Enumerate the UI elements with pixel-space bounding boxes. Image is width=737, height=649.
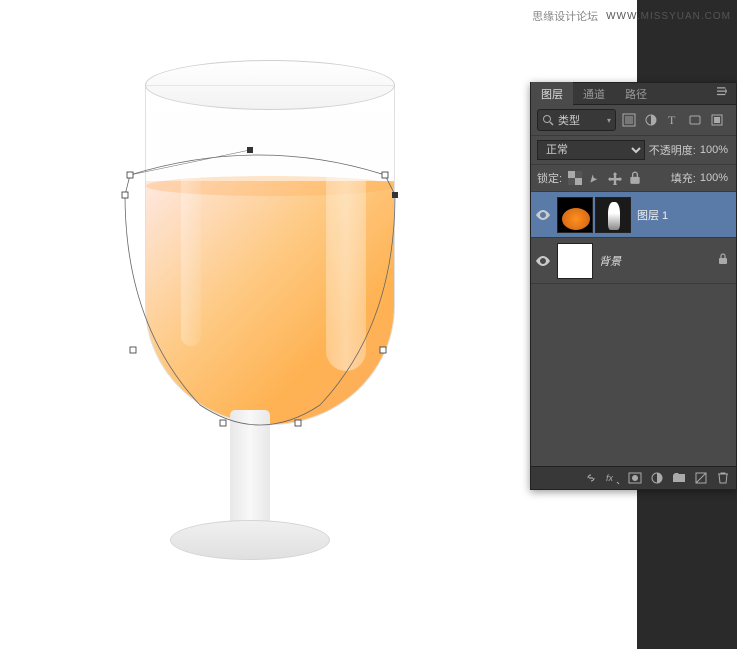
layer-row-background[interactable]: 背景 [531, 238, 736, 284]
glass-bowl [120, 50, 380, 420]
filter-smart-icon[interactable] [708, 111, 726, 129]
filter-kind-label: 类型 [558, 112, 603, 128]
filter-adjustment-icon[interactable] [642, 111, 660, 129]
filter-pixel-icon[interactable] [620, 111, 638, 129]
panel-tabs: 图层 通道 路径 [531, 83, 736, 105]
fill-group: 填充: 100% [671, 170, 730, 186]
search-icon [542, 114, 554, 126]
filter-shape-icon[interactable] [686, 111, 704, 129]
tab-channels[interactable]: 通道 [573, 82, 615, 106]
tab-paths[interactable]: 路径 [615, 82, 657, 106]
layer-name[interactable]: 背景 [599, 253, 621, 269]
fill-label: 填充: [671, 170, 696, 186]
link-layers-icon[interactable] [582, 470, 600, 486]
layer-thumbnail[interactable] [557, 197, 593, 233]
glass-stem [230, 410, 270, 530]
filter-type-icon[interactable]: T [664, 111, 682, 129]
layers-panel: 图层 通道 路径 类型 ▾ T 正常 不透明度: 100% 锁定: [530, 82, 737, 490]
lock-icons [566, 169, 644, 187]
delete-layer-icon[interactable] [714, 470, 732, 486]
blend-row: 正常 不透明度: 100% [531, 136, 736, 165]
glass-base [170, 520, 330, 560]
layer-locked-icon [718, 253, 732, 268]
svg-text:fx: fx [606, 473, 614, 483]
fill-value[interactable]: 100% [698, 172, 730, 184]
adjustment-layer-icon[interactable] [648, 470, 666, 486]
layer-mask-icon[interactable] [626, 470, 644, 486]
visibility-toggle[interactable] [535, 207, 551, 223]
lock-label: 锁定: [537, 170, 562, 186]
layer-thumbnail[interactable] [557, 243, 593, 279]
layer-name[interactable]: 图层 1 [637, 207, 668, 223]
tab-layers[interactable]: 图层 [531, 82, 573, 106]
layer-fx-icon[interactable]: fx [604, 470, 622, 486]
opacity-label: 不透明度: [649, 142, 696, 158]
lock-pixels-icon[interactable] [586, 169, 604, 187]
svg-text:T: T [668, 113, 676, 127]
lock-transparency-icon[interactable] [566, 169, 584, 187]
layer-thumbnails [557, 197, 631, 233]
lock-position-icon[interactable] [606, 169, 624, 187]
visibility-toggle[interactable] [535, 253, 551, 269]
glass-highlight-left [181, 96, 201, 346]
chevron-down-icon: ▾ [607, 116, 611, 125]
blend-mode-select[interactable]: 正常 [537, 140, 645, 160]
group-layers-icon[interactable] [670, 470, 688, 486]
watermark-url: WWW.MISSYUAN.COM [606, 11, 737, 22]
lock-all-icon[interactable] [626, 169, 644, 187]
watermark: 思缘设计论坛 WWW.MISSYUAN.COM [532, 8, 737, 24]
opacity-value[interactable]: 100% [698, 144, 730, 156]
filter-row: 类型 ▾ T [531, 105, 736, 136]
watermark-text: 思缘设计论坛 [532, 8, 598, 24]
glass-rim [145, 60, 395, 110]
layer-mask-thumbnail[interactable] [595, 197, 631, 233]
glass-highlight-right [326, 91, 366, 371]
new-layer-icon[interactable] [692, 470, 710, 486]
filter-kind-dropdown[interactable]: 类型 ▾ [537, 109, 616, 131]
layer-row-1[interactable]: 图层 1 [531, 192, 736, 238]
glass-image [100, 40, 420, 600]
opacity-group: 不透明度: 100% [649, 142, 730, 158]
layer-thumbnails [557, 243, 593, 279]
panel-menu-icon[interactable] [708, 87, 736, 100]
glass-body [145, 85, 395, 425]
panel-spacer [531, 284, 736, 466]
lock-row: 锁定: 填充: 100% [531, 165, 736, 192]
layer-list: 图层 1 背景 [531, 192, 736, 284]
panel-footer: fx [531, 466, 736, 489]
